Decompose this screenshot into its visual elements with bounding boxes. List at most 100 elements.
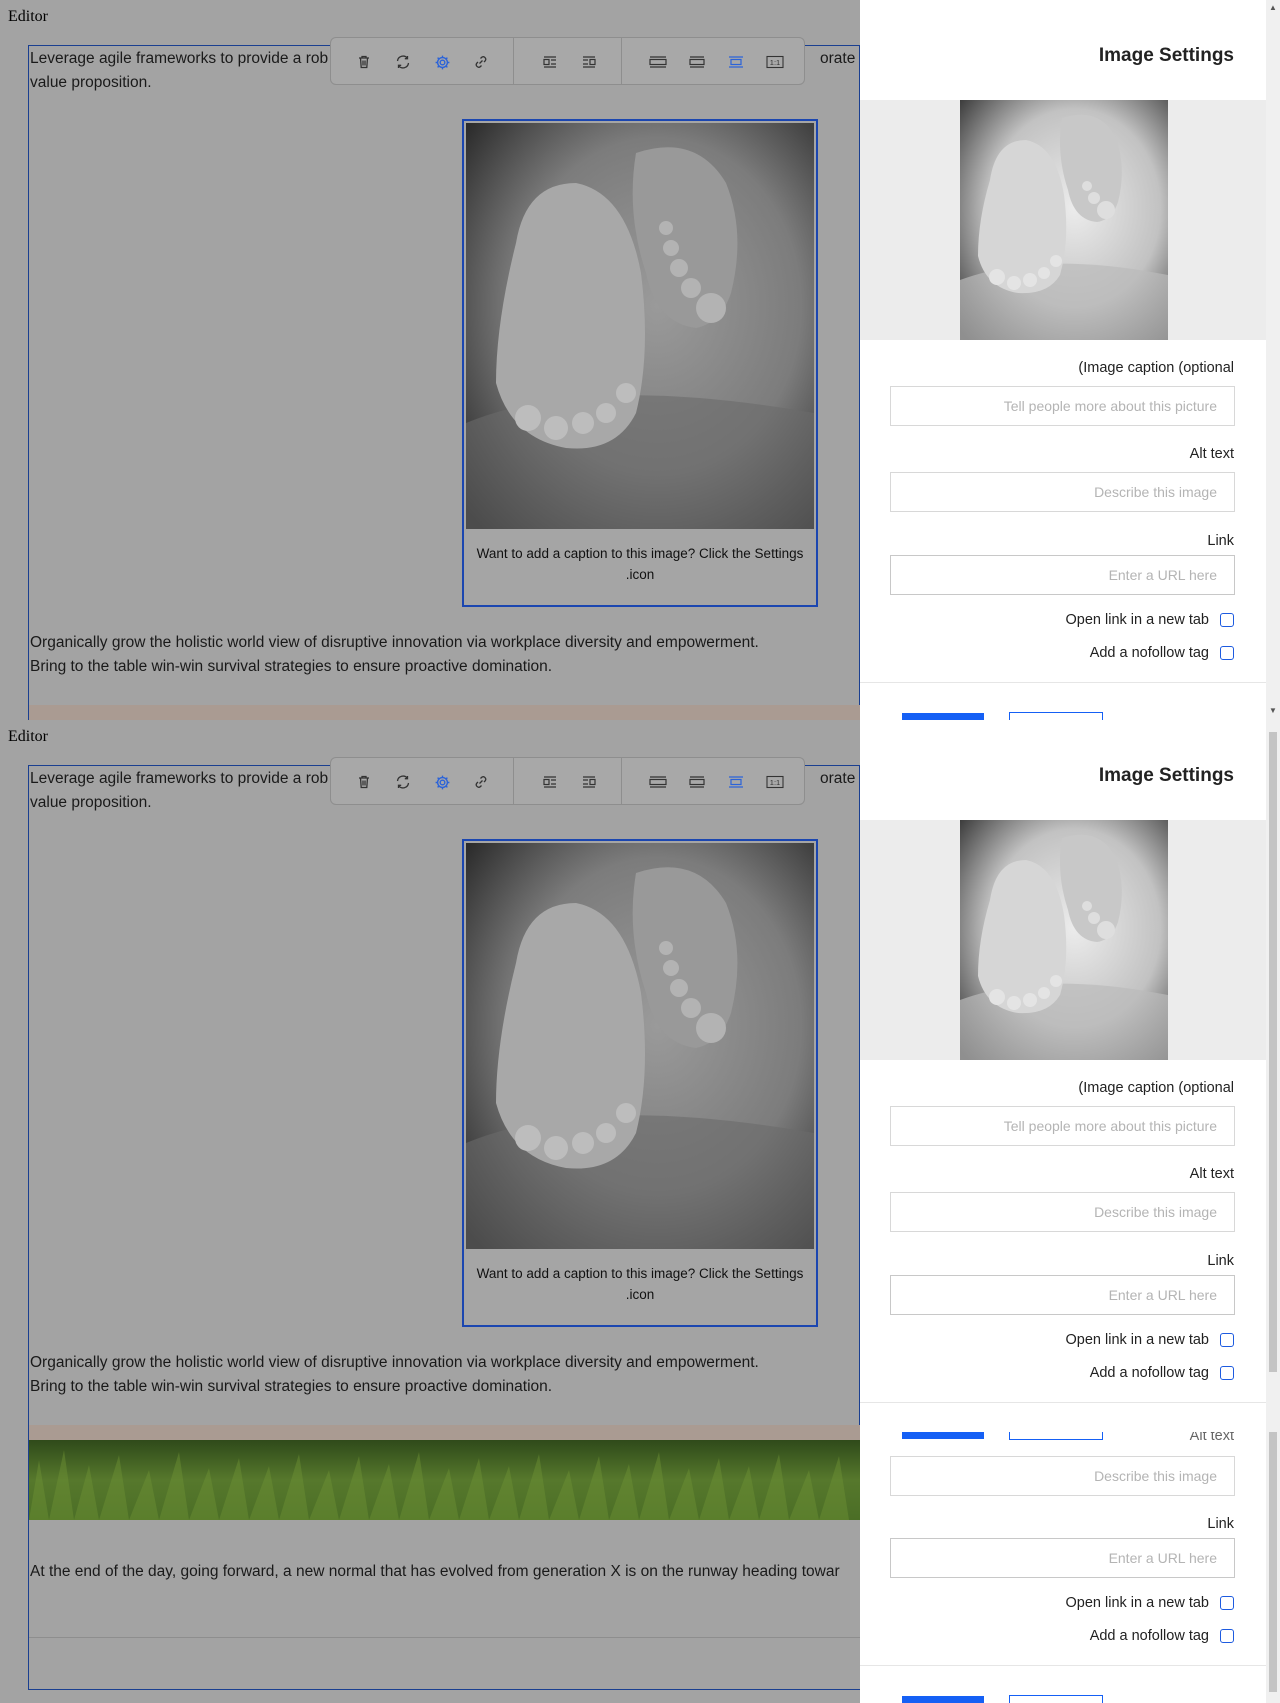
delete-icon[interactable] [352, 50, 376, 74]
nofollow-checkbox[interactable] [1220, 646, 1234, 660]
settings-icon[interactable] [430, 770, 454, 794]
settings-divider [860, 682, 1266, 683]
paragraph-2-line-2[interactable]: Bring to the table win-win survival stra… [30, 655, 552, 679]
link-field[interactable] [890, 555, 1235, 595]
caption-line-2: .icon [625, 1287, 655, 1302]
caption-input[interactable] [891, 387, 1234, 425]
settings-scrollbar[interactable] [1266, 720, 1280, 1450]
alt-text-input[interactable] [891, 1457, 1234, 1495]
full-width-icon[interactable] [646, 770, 670, 794]
grass-image[interactable] [29, 1440, 860, 1520]
align-right-icon[interactable] [577, 50, 601, 74]
paragraph-2-line-1[interactable]: Organically grow the holistic world view… [30, 1351, 759, 1375]
paragraph-1-line-2[interactable]: value proposition. [30, 791, 152, 815]
alt-text-input[interactable] [891, 1193, 1234, 1231]
save-button[interactable] [902, 713, 984, 720]
paragraph-3[interactable]: At the end of the day, going forward, a … [30, 1560, 840, 1584]
settings-scrollbar[interactable] [1266, 1432, 1280, 1703]
settings-icon[interactable] [430, 50, 454, 74]
editor-label: Editor [8, 8, 48, 25]
new-tab-checkbox[interactable] [1220, 1333, 1234, 1347]
settings-scrollbar[interactable]: ▲ ▼ [1266, 0, 1280, 720]
alt-text-field[interactable] [890, 472, 1235, 512]
replace-icon[interactable] [391, 770, 415, 794]
caption-line-1: Want to add a caption to this image? Cli… [476, 546, 804, 561]
best-fit-icon[interactable] [685, 770, 709, 794]
align-left-icon[interactable] [538, 50, 562, 74]
align-right-icon[interactable] [577, 770, 601, 794]
new-tab-option[interactable]: Open link in a new tab [1066, 612, 1234, 628]
alt-text-field[interactable] [890, 1192, 1235, 1232]
replace-icon[interactable] [391, 50, 415, 74]
editor-view-3: At the end of the day, going forward, a … [0, 1432, 1280, 1703]
image-preview [960, 820, 1168, 1060]
next-image-top [29, 705, 860, 720]
nofollow-option[interactable]: Add a nofollow tag [1090, 645, 1234, 661]
new-tab-checkbox[interactable] [1220, 613, 1234, 627]
editor-border-bottom [28, 1689, 860, 1690]
scroll-down-icon[interactable]: ▼ [1269, 707, 1277, 715]
caption-input[interactable] [891, 1107, 1234, 1145]
baby-feet-image[interactable] [466, 123, 814, 529]
nofollow-checkbox[interactable] [1220, 1629, 1234, 1643]
small-center-icon[interactable] [724, 770, 748, 794]
new-tab-option[interactable]: Open link in a new tab [1066, 1332, 1234, 1348]
link-input[interactable] [891, 1539, 1234, 1577]
align-left-icon[interactable] [538, 770, 562, 794]
save-button[interactable] [902, 1432, 984, 1439]
link-field[interactable] [890, 1275, 1235, 1315]
link-input[interactable] [891, 556, 1234, 594]
small-center-icon[interactable] [724, 50, 748, 74]
settings-title: Image Settings [1098, 45, 1234, 66]
link-field[interactable] [890, 1538, 1235, 1578]
editor-view-1: Editor Leverage agile frameworks to prov… [0, 0, 1280, 720]
baby-feet-image[interactable] [466, 843, 814, 1249]
caption-label: (Image caption (optional [1078, 1080, 1234, 1096]
paragraph-1-line-2[interactable]: value proposition. [30, 71, 152, 95]
link-icon[interactable] [469, 770, 493, 794]
image-settings-panel: Image Settings (Image caption (optional … [860, 720, 1266, 1450]
alt-text-input[interactable] [891, 473, 1234, 511]
original-size-icon[interactable]: 1:1 [763, 770, 787, 794]
best-fit-icon[interactable] [685, 50, 709, 74]
original-size-icon[interactable]: 1:1 [763, 50, 787, 74]
full-width-icon[interactable] [646, 50, 670, 74]
settings-divider [860, 1402, 1266, 1403]
scrollbar-thumb[interactable] [1269, 1432, 1277, 1692]
link-input[interactable] [891, 1276, 1234, 1314]
link-icon[interactable] [469, 50, 493, 74]
save-button-bottom[interactable] [902, 1696, 984, 1703]
paragraph-1-line-1[interactable]: Leverage agile frameworks to provide a r… [30, 47, 328, 71]
delete-icon[interactable] [352, 770, 376, 794]
paragraph-1-line-1[interactable]: Leverage agile frameworks to provide a r… [30, 767, 328, 791]
editor-label: Editor [8, 728, 48, 745]
toolbar-divider [621, 758, 622, 804]
paragraph-2-line-1[interactable]: Organically grow the holistic world view… [30, 631, 759, 655]
caption-field[interactable] [890, 386, 1235, 426]
alt-text-field[interactable] [890, 1456, 1235, 1496]
nofollow-option[interactable]: Add a nofollow tag [1090, 1365, 1234, 1381]
cancel-button[interactable] [1009, 712, 1103, 720]
alt-text-label: Alt text [1189, 1166, 1234, 1182]
cancel-button-bottom[interactable] [1009, 1695, 1103, 1703]
editor-border-left [28, 1432, 29, 1690]
nofollow-label: Add a nofollow tag [1089, 1628, 1209, 1644]
settings-title: Image Settings [1098, 765, 1234, 786]
ratio-label: 1:1 [770, 58, 780, 67]
new-tab-label: Open link in a new tab [1065, 612, 1209, 628]
link-label: Link [1207, 1516, 1234, 1532]
selected-image-block[interactable]: Want to add a caption to this image? Cli… [462, 839, 818, 1327]
scrollbar-thumb[interactable] [1269, 732, 1277, 1372]
settings-divider [860, 1665, 1266, 1666]
new-tab-checkbox[interactable] [1220, 1596, 1234, 1610]
new-tab-option[interactable]: Open link in a new tab [1066, 1595, 1234, 1611]
nofollow-option[interactable]: Add a nofollow tag [1090, 1628, 1234, 1644]
selected-image-block[interactable]: Want to add a caption to this image? Cli… [462, 119, 818, 607]
paragraph-2-line-2[interactable]: Bring to the table win-win survival stra… [30, 1375, 552, 1399]
nofollow-checkbox[interactable] [1220, 1366, 1234, 1380]
image-caption[interactable]: Want to add a caption to this image? Cli… [464, 1263, 816, 1305]
cancel-button[interactable] [1009, 1432, 1103, 1440]
scroll-up-icon[interactable]: ▲ [1269, 4, 1277, 12]
caption-field[interactable] [890, 1106, 1235, 1146]
image-caption[interactable]: Want to add a caption to this image? Cli… [464, 543, 816, 585]
